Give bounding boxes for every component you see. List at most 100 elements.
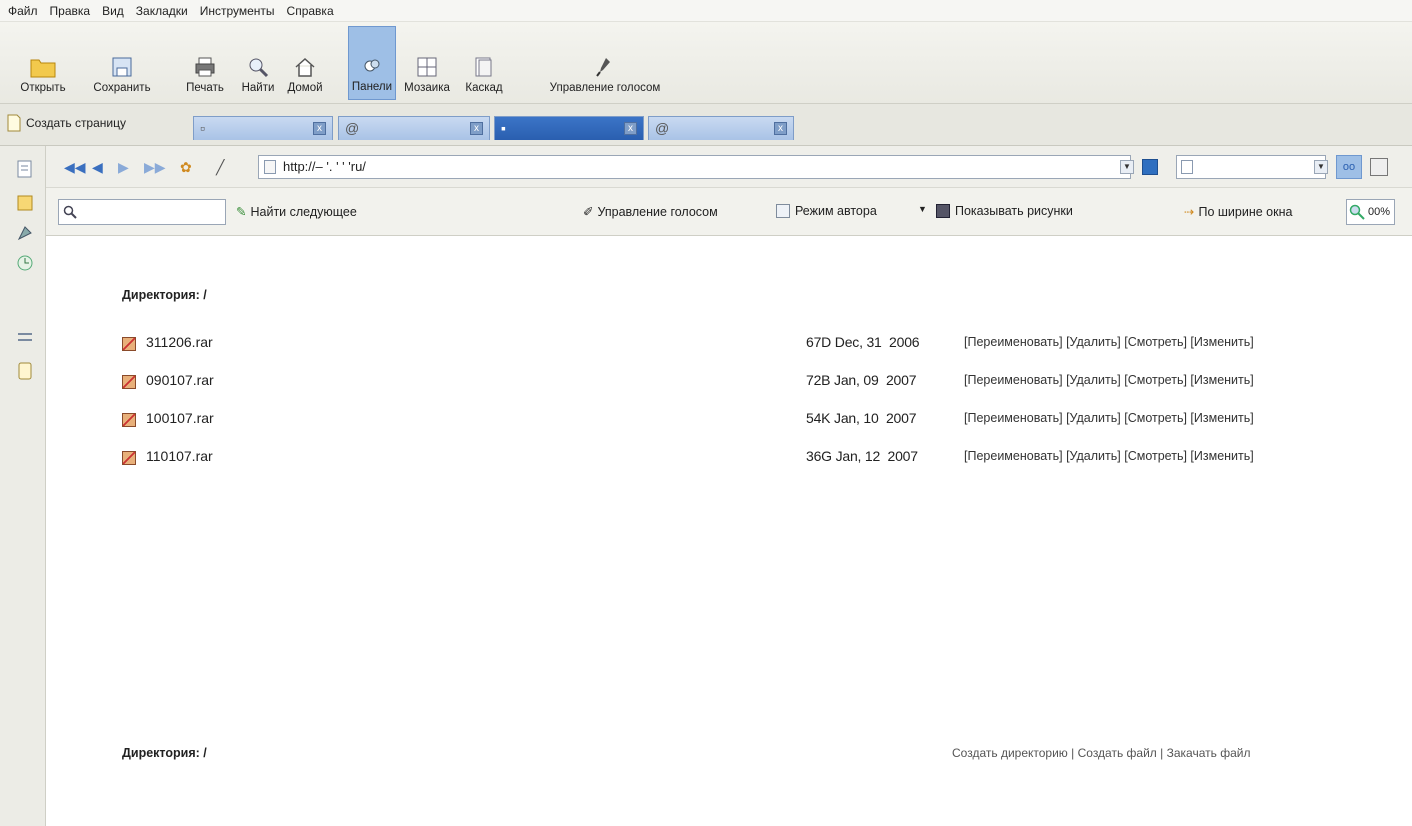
tab-2[interactable]: @ x: [338, 116, 490, 140]
tab-3-active[interactable]: ▪ x: [494, 116, 644, 140]
image-icon[interactable]: [1370, 158, 1388, 176]
view-link[interactable]: [Смотреть]: [1124, 449, 1187, 463]
fit-width-button[interactable]: ⇢ По ширине окна: [1184, 204, 1292, 220]
tab-bar: Создать страницу ▫ x @ x ▪ x @ x: [0, 104, 1412, 146]
tab-1[interactable]: ▫ x: [193, 116, 333, 140]
file-name[interactable]: 311206.rar: [146, 334, 213, 350]
menu-file[interactable]: Файл: [2, 4, 44, 18]
delete-link[interactable]: [Удалить]: [1066, 411, 1121, 425]
view-link[interactable]: [Смотреть]: [1124, 373, 1187, 387]
delete-link[interactable]: [Удалить]: [1066, 373, 1121, 387]
rename-link[interactable]: [Переименовать]: [964, 335, 1063, 349]
rename-link[interactable]: [Переименовать]: [964, 411, 1063, 425]
file-row: 100107.rar 54K Jan, 10 2007 [Переименова…: [122, 410, 1402, 432]
search-engine-icon[interactable]: [1142, 159, 1158, 175]
open-button[interactable]: Открыть: [0, 26, 86, 100]
close-icon[interactable]: x: [774, 122, 787, 135]
menu-view[interactable]: Вид: [96, 4, 130, 18]
cascade-button[interactable]: Каскад: [458, 26, 510, 100]
home-button[interactable]: Домой: [282, 26, 328, 100]
close-icon[interactable]: x: [470, 122, 483, 135]
new-page-button[interactable]: Создать страницу: [6, 113, 126, 133]
file-actions: [Переименовать] [Удалить] [Смотреть] [Из…: [964, 449, 1254, 463]
menu-bookmarks[interactable]: Закладки: [130, 4, 194, 18]
close-icon[interactable]: x: [313, 122, 326, 135]
menu-help[interactable]: Справка: [281, 4, 340, 18]
find-input[interactable]: [58, 199, 226, 225]
reload-icon[interactable]: ✿: [180, 159, 192, 176]
file-meta: 72B Jan, 09 2007: [806, 372, 917, 388]
side-panel: [0, 146, 46, 826]
close-icon[interactable]: x: [624, 122, 637, 135]
search-dropdown-icon[interactable]: ▼: [1314, 160, 1328, 174]
history-panel-icon[interactable]: [16, 254, 34, 272]
voice-control-toggle[interactable]: ✐ Управление голосом: [583, 204, 718, 220]
file-name[interactable]: 110107.rar: [146, 448, 213, 464]
zoom-control[interactable]: 00%: [1346, 199, 1396, 225]
upload-file-link[interactable]: Закачать файл: [1167, 746, 1251, 760]
panels-button[interactable]: Панели: [348, 26, 396, 100]
notes-page-icon[interactable]: [16, 362, 34, 380]
rename-link[interactable]: [Переименовать]: [964, 373, 1063, 387]
footer-actions: Создать директорию | Создать файл | Зака…: [952, 746, 1250, 760]
address-dropdown-icon[interactable]: ▼: [1120, 160, 1134, 174]
view-link[interactable]: [Смотреть]: [1124, 335, 1187, 349]
file-actions: [Переименовать] [Удалить] [Смотреть] [Из…: [964, 373, 1254, 387]
directory-label: Директория: /: [122, 288, 207, 302]
voice-control-label: Управление голосом: [597, 204, 718, 219]
edit-link[interactable]: [Изменить]: [1190, 335, 1253, 349]
create-directory-link[interactable]: Создать директорию: [952, 746, 1068, 760]
file-meta: 54K Jan, 10 2007: [806, 410, 917, 426]
tab-4[interactable]: @ x: [648, 116, 794, 140]
file-row: 311206.rar 67D Dec, 31 2006 [Переименова…: [122, 334, 1402, 356]
page-icon: [264, 160, 276, 174]
archive-icon: [122, 413, 136, 427]
show-images-button[interactable]: Показывать рисунки: [936, 204, 1073, 218]
view-link[interactable]: [Смотреть]: [1124, 411, 1187, 425]
file-name[interactable]: 090107.rar: [146, 372, 214, 388]
at-sign-icon: @: [655, 120, 670, 136]
save-button[interactable]: Сохранить: [88, 26, 156, 100]
printer-icon: [195, 57, 215, 77]
edit-link[interactable]: [Изменить]: [1190, 449, 1253, 463]
find-next-button[interactable]: ✎ Найти следующее: [236, 204, 357, 220]
forward-icon[interactable]: ▶: [118, 159, 129, 176]
file-meta: 67D Dec, 31 2006: [806, 334, 920, 350]
address-field[interactable]: http://‒ '. ' ' 'ru/: [258, 155, 1131, 179]
folder-icon: [30, 59, 56, 78]
bookmarks-panel-icon[interactable]: [16, 160, 34, 178]
menu-edit[interactable]: Правка: [44, 4, 97, 18]
glasses-icon[interactable]: oo: [1336, 155, 1362, 179]
panels-icon: [364, 59, 380, 72]
edit-link[interactable]: [Изменить]: [1190, 411, 1253, 425]
delete-link[interactable]: [Удалить]: [1066, 449, 1121, 463]
create-file-link[interactable]: Создать файл: [1078, 746, 1157, 760]
back-icon[interactable]: ◀: [92, 159, 103, 176]
delete-link[interactable]: [Удалить]: [1066, 335, 1121, 349]
mosaic-label: Мозаика: [404, 82, 450, 94]
author-mode-button[interactable]: Режим автора: [776, 204, 877, 218]
web-search-input[interactable]: [1176, 155, 1326, 179]
rewind-icon[interactable]: ◀◀: [64, 159, 86, 176]
panels-label: Панели: [351, 81, 393, 93]
file-name[interactable]: 100107.rar: [146, 410, 214, 426]
fast-forward-icon[interactable]: ▶▶: [144, 159, 166, 176]
author-mode-dropdown-icon[interactable]: ▼: [918, 204, 927, 214]
edit-icon[interactable]: ╱: [216, 159, 224, 176]
mosaic-button[interactable]: Мозаика: [398, 26, 456, 100]
author-mode-label: Режим автора: [795, 204, 877, 218]
edit-link[interactable]: [Изменить]: [1190, 373, 1253, 387]
new-page-icon: [7, 114, 21, 132]
menu-tools[interactable]: Инструменты: [194, 4, 281, 18]
rename-link[interactable]: [Переименовать]: [964, 449, 1063, 463]
notes-panel-icon[interactable]: [16, 194, 34, 212]
print-button[interactable]: Печать: [176, 26, 234, 100]
floppy-icon: [112, 57, 132, 77]
transfers-panel-icon[interactable]: [16, 328, 34, 346]
find-button[interactable]: Найти: [236, 26, 280, 100]
voice-control-button[interactable]: Управление голосом: [512, 26, 698, 100]
cascade-icon: [475, 57, 492, 77]
mail-panel-icon[interactable]: [16, 224, 34, 242]
separator: |: [1160, 746, 1164, 760]
archive-icon: [122, 375, 136, 389]
